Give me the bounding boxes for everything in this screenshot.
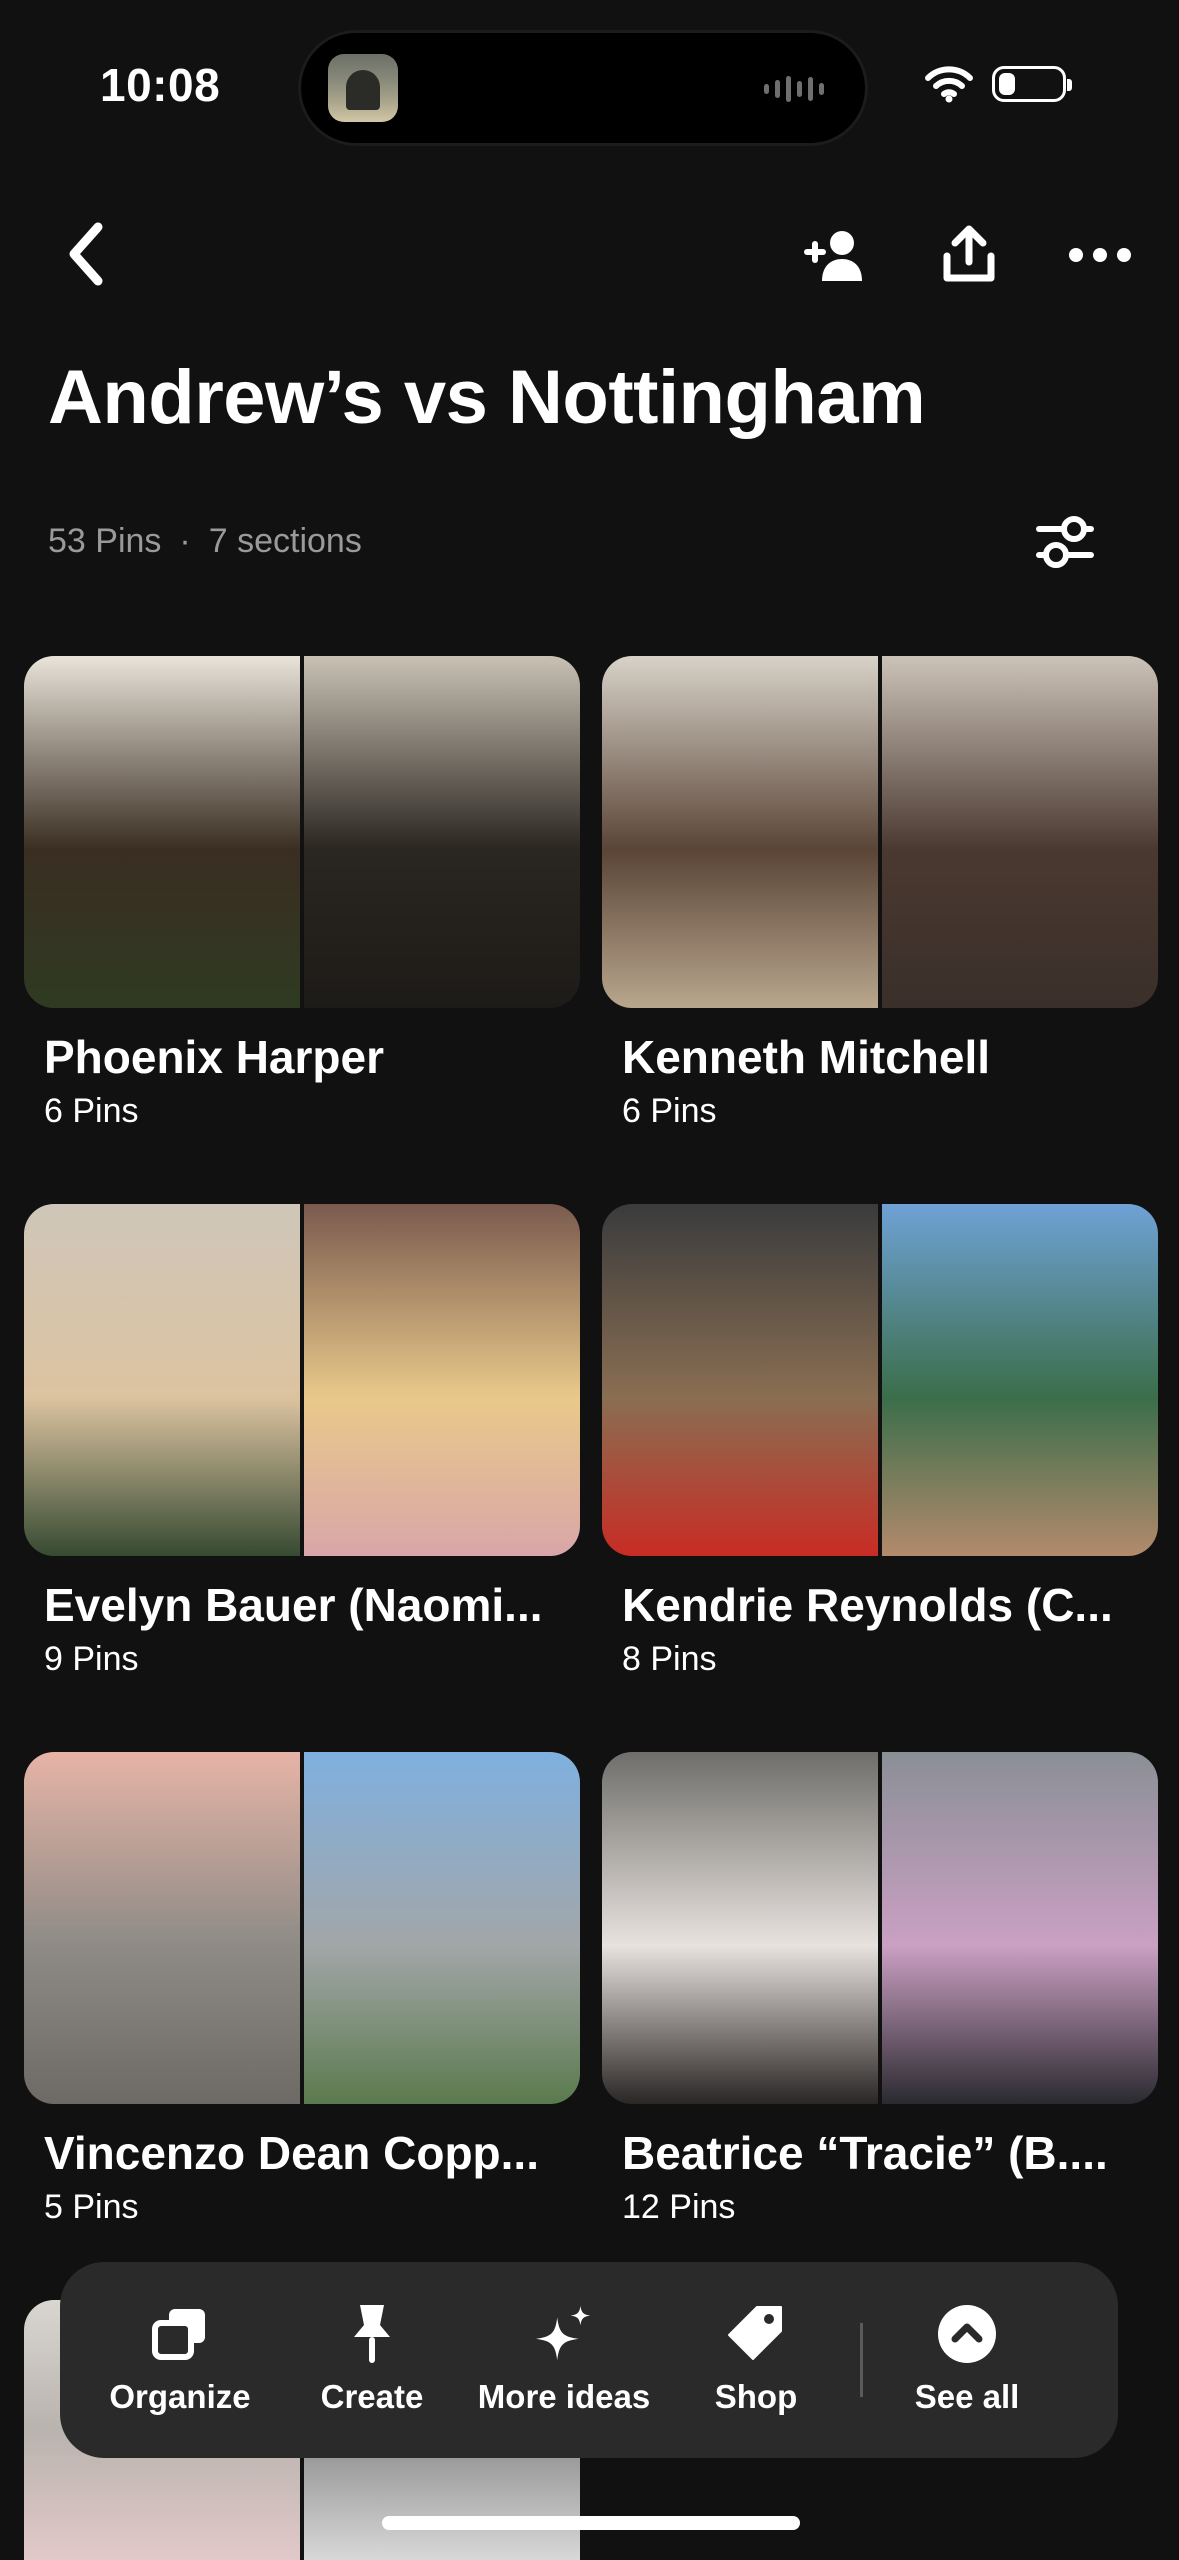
wifi-icon [925,66,973,103]
more-options-button[interactable] [1064,232,1136,278]
organize-button[interactable]: Organize [84,2304,276,2416]
section-pin-count: 5 Pins [44,2188,139,2226]
shop-label: Shop [714,2378,798,2415]
section-card[interactable]: Vincenzo Dean Copp... 5 Pins [24,1752,580,2227]
status-time: 10:08 [100,59,221,111]
board-toolbar: Organize Create More ideas Shop See all [60,2262,1118,2458]
more-ideas-label: More ideas [477,2378,651,2415]
section-cover-image [24,656,300,1008]
tag-icon [726,2304,786,2364]
create-button[interactable]: Create [276,2304,468,2416]
sparkle-icon [534,2304,594,2364]
section-pin-count: 12 Pins [622,2188,736,2226]
section-cover-image [602,1204,878,1556]
section-name: Vincenzo Dean Copp... [44,2127,539,2179]
section-card[interactable]: Phoenix Harper 6 Pins [24,656,580,1131]
audio-waveform-icon [764,74,824,104]
section-cover-image [304,1204,580,1556]
dynamic-island[interactable] [298,30,868,146]
pins-count: 53 Pins [48,522,162,560]
section-pin-count: 9 Pins [44,1640,139,1678]
section-pin-count: 6 Pins [622,1092,717,1130]
more-ideas-button[interactable]: More ideas [468,2304,660,2416]
add-collaborator-icon [804,231,862,281]
section-cover [602,1752,1158,2104]
section-card[interactable]: Evelyn Bauer (Naomi... 9 Pins [24,1204,580,1679]
back-button[interactable] [56,214,116,294]
section-cover-image [882,1204,1158,1556]
section-card[interactable]: Kenneth Mitchell 6 Pins [602,656,1158,1131]
section-cover [24,1204,580,1556]
shop-button[interactable]: Shop [660,2304,852,2416]
section-cover [602,1204,1158,1556]
meta-separator: · [179,522,191,560]
organize-icon [150,2304,210,2364]
section-pin-count: 6 Pins [44,1092,139,1130]
section-cover-image [602,1752,878,2104]
toolbar-divider [860,2323,863,2397]
filter-icon [1036,516,1094,568]
add-collaborator-button[interactable] [800,222,870,288]
section-cover [24,1752,580,2104]
section-name: Kenneth Mitchell [622,1031,991,1083]
battery-icon [992,66,1072,102]
board-title: Andrew’s vs Nottingham [48,355,926,440]
share-icon [943,225,995,282]
share-button[interactable] [936,218,1002,290]
section-cover-image [24,1752,300,2104]
section-cover [24,656,580,1008]
back-icon [69,222,103,286]
chevron-up-circle-icon [937,2304,997,2364]
organize-label: Organize [109,2378,251,2415]
section-cover-image [24,1204,300,1556]
section-cover-image [304,656,580,1008]
create-label: Create [320,2378,424,2415]
section-cover-image [304,1752,580,2104]
section-cover-image [882,656,1158,1008]
section-name: Kendrie Reynolds (C... [622,1579,1113,1631]
section-name: Beatrice “Tracie” (B.... [622,2127,1108,2179]
pin-icon [342,2304,402,2364]
more-icon [1069,248,1131,262]
section-cover [602,656,1158,1008]
sections-count: 7 sections [208,522,362,560]
section-cover-image [602,656,878,1008]
filter-button[interactable] [1030,510,1100,574]
section-card[interactable]: Kendrie Reynolds (C... 8 Pins [602,1204,1158,1679]
section-card[interactable]: Beatrice “Tracie” (B.... 12 Pins [602,1752,1158,2227]
see-all-button[interactable]: See all [871,2304,1063,2416]
now-playing-thumbnail[interactable] [328,54,398,122]
home-indicator[interactable] [382,2516,800,2530]
section-name: Phoenix Harper [44,1031,384,1083]
see-all-label: See all [914,2378,1020,2415]
section-cover-image [882,1752,1158,2104]
section-pin-count: 8 Pins [622,1640,717,1678]
board-meta: 53 Pins · 7 sections [48,522,362,561]
section-name: Evelyn Bauer (Naomi... [44,1579,543,1631]
